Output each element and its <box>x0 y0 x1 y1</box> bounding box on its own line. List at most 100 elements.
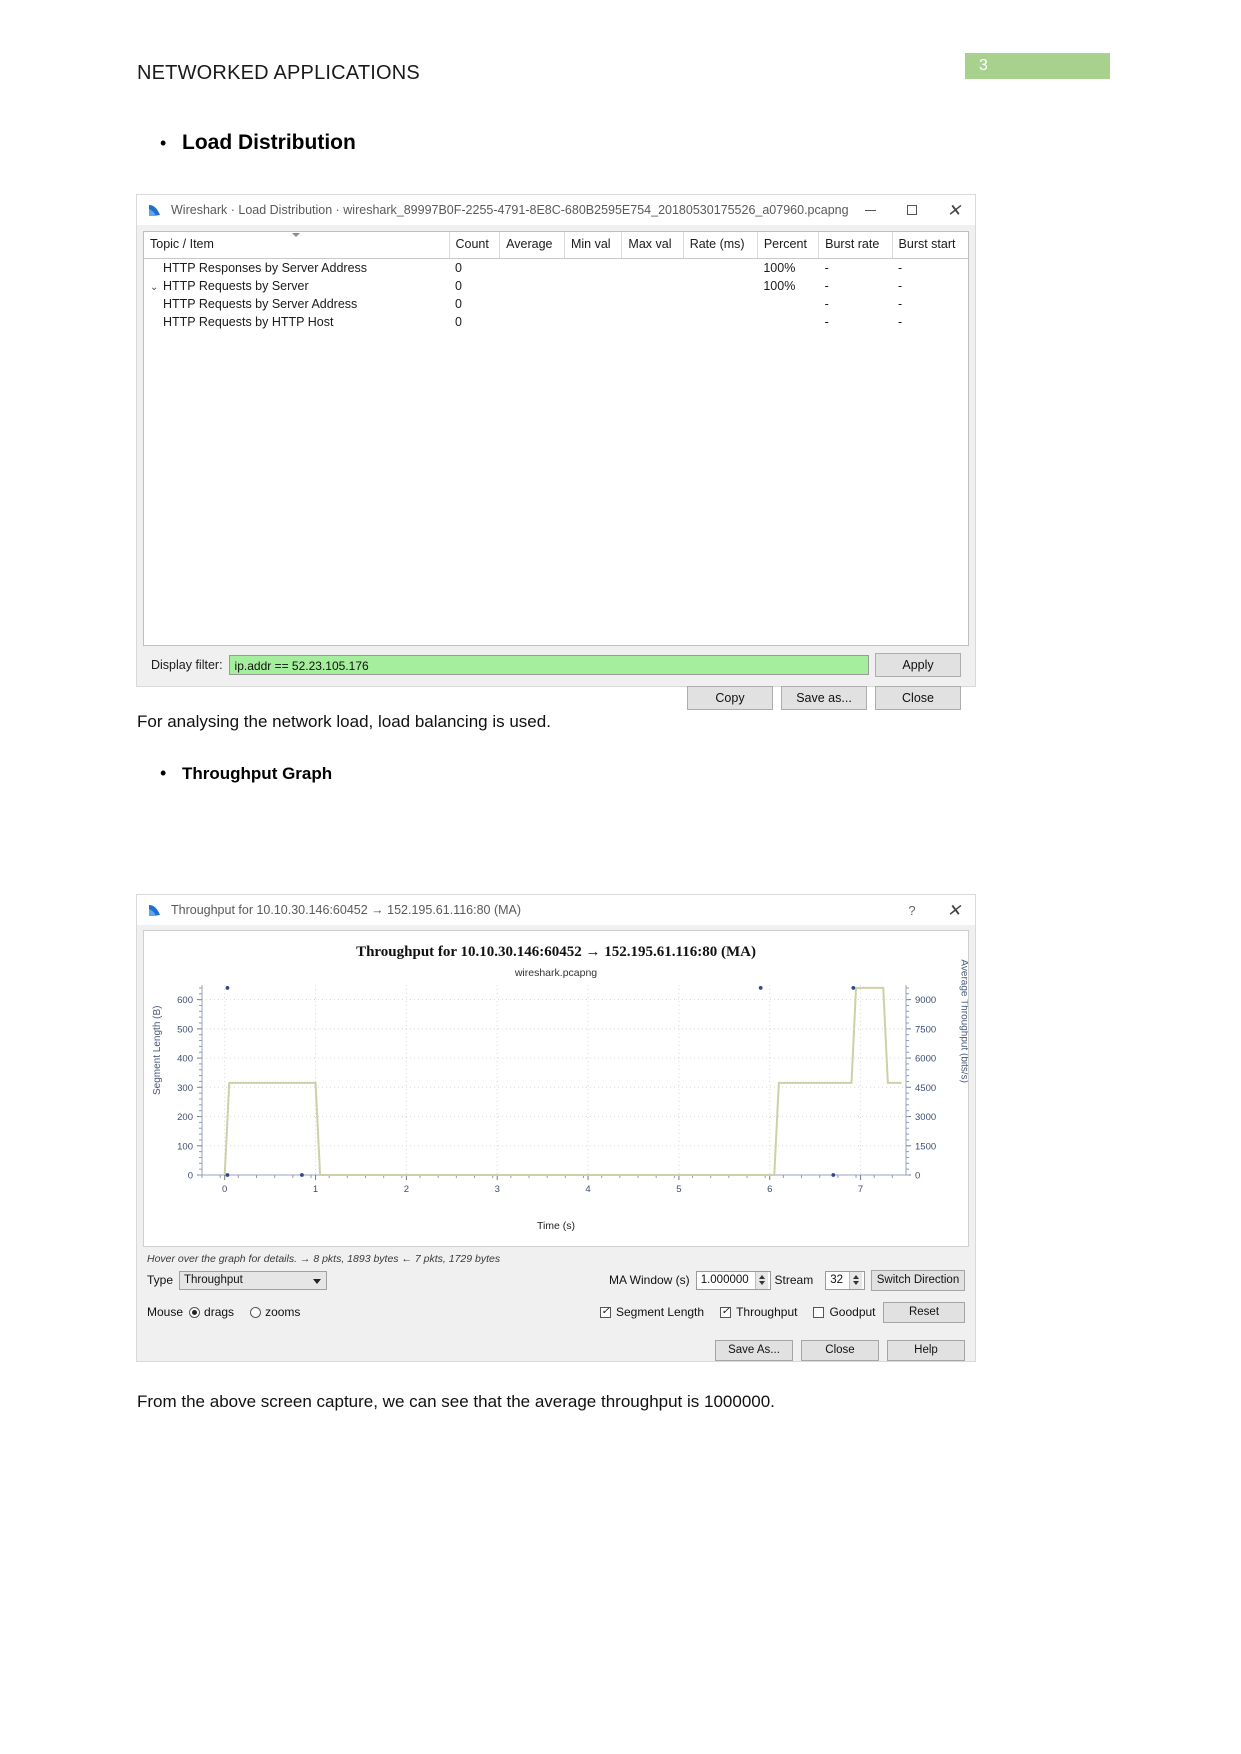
throughput-label: Throughput <box>736 1305 798 1319</box>
segment-length-label: Segment Length <box>616 1305 705 1319</box>
mouse-control-row: Mouse drags zooms ✓ Segment Length ✓ Thr… <box>137 1299 975 1325</box>
cell-burst-rate: - <box>824 296 829 311</box>
cell-percent: 100% <box>763 278 796 293</box>
cell-burst-rate: - <box>824 314 829 329</box>
chart-point-segment-length <box>758 986 763 990</box>
chevron-down-icon[interactable]: ⌄ <box>150 282 163 293</box>
bullet-label-load-distribution: Load Distribution <box>182 131 356 154</box>
minimize-icon[interactable] <box>849 195 891 225</box>
column-header-count[interactable]: Count <box>449 232 501 259</box>
goodput-checkbox[interactable]: Goodput <box>813 1305 876 1319</box>
column-header-min-val[interactable]: Min val <box>564 232 623 259</box>
stream-stepper[interactable]: 32 <box>825 1270 865 1290</box>
ma-window-stepper[interactable]: 1.000000 <box>695 1270 771 1290</box>
cell-percent: 100% <box>763 260 796 275</box>
table-row[interactable]: ⌄ HTTP Requests by Server 0 100% - - <box>144 277 968 295</box>
goodput-label: Goodput <box>829 1305 876 1319</box>
cell-max-val <box>622 295 683 313</box>
close-button[interactable]: Close <box>875 686 961 710</box>
stepper-arrows-icon[interactable] <box>849 1271 862 1289</box>
mouse-drags-radio[interactable]: drags <box>189 1305 234 1319</box>
ma-window-label: MA Window (s) <box>609 1273 690 1287</box>
bullet-label-throughput-graph: Throughput Graph <box>182 764 333 783</box>
cell-average <box>500 258 565 277</box>
column-header-topic[interactable]: Topic / Item <box>144 232 450 259</box>
chart-canvas: Throughput for 10.10.30.146:60452 → 152.… <box>143 930 969 1247</box>
page-title: NETWORKED APPLICATIONS <box>137 62 420 84</box>
chart-x-tick-label: 4 <box>585 1184 590 1195</box>
reset-button[interactable]: Reset <box>883 1301 965 1323</box>
display-filter-input[interactable]: ip.addr == 52.23.105.176 <box>228 655 869 675</box>
type-control-row: Type Throughput MA Window (s) 1.000000 S… <box>137 1267 975 1293</box>
load-distribution-window: Wireshark · Load Distribution · wireshar… <box>136 194 976 710</box>
cell-percent <box>757 313 818 331</box>
close-icon[interactable]: ✕ <box>933 895 975 925</box>
type-dropdown[interactable]: Throughput <box>179 1270 328 1290</box>
cell-min-val <box>564 295 621 313</box>
paragraph-load-balancing: For analysing the network load, load bal… <box>137 712 551 731</box>
cell-max-val <box>622 258 683 277</box>
wireshark-logo-icon <box>147 203 163 217</box>
close-button[interactable]: Close <box>801 1339 879 1361</box>
chart-x-tick-label: 1 <box>313 1184 318 1195</box>
checkbox-unchecked-icon <box>813 1306 825 1318</box>
copy-button[interactable]: Copy <box>687 686 773 710</box>
type-dropdown-value: Throughput <box>184 1274 243 1286</box>
chart-plot-area: Segment Length (B) Average Throughput (b… <box>144 959 968 1234</box>
maximize-icon[interactable] <box>891 195 933 225</box>
display-filter-row: Display filter: ip.addr == 52.23.105.176… <box>143 646 969 680</box>
chart-y-tick-label: 0 <box>188 1171 193 1182</box>
chart-y2-tick-label: 7500 <box>915 1024 936 1035</box>
cell-min-val <box>564 258 621 277</box>
cell-topic-label: HTTP Requests by Server <box>163 278 309 293</box>
ma-window-group: MA Window (s) 1.000000 <box>609 1270 771 1290</box>
help-icon[interactable]: ? <box>891 895 933 925</box>
chart-y2-tick-label: 1500 <box>915 1141 936 1152</box>
chart-hint-text: Hover over the graph for details. → 8 pk… <box>147 1253 501 1265</box>
save-as-button[interactable]: Save as... <box>781 686 867 710</box>
chart-point-segment-length <box>225 1173 230 1177</box>
column-header-max-val[interactable]: Max val <box>621 232 684 259</box>
column-header-percent[interactable]: Percent <box>757 232 820 259</box>
cell-max-val <box>622 277 683 295</box>
stream-label: Stream <box>774 1273 814 1287</box>
chart-y-tick-label: 500 <box>177 1024 193 1035</box>
mouse-drags-label: drags <box>204 1305 235 1319</box>
chart-y-tick-label: 400 <box>177 1054 193 1065</box>
column-header-rate[interactable]: Rate (ms) <box>683 232 758 259</box>
help-button[interactable]: Help <box>887 1339 965 1361</box>
cell-topic: HTTP Responses by Server Address <box>144 258 449 277</box>
table-row[interactable]: HTTP Requests by HTTP Host 0 - - <box>144 313 968 331</box>
throughput-checkbox[interactable]: ✓ Throughput <box>720 1305 797 1319</box>
cell-min-val <box>564 277 621 295</box>
column-header-burst-rate[interactable]: Burst rate <box>818 232 893 259</box>
table-row[interactable]: HTTP Responses by Server Address 0 100% - - <box>144 258 968 277</box>
mouse-zooms-radio[interactable]: zooms <box>250 1305 300 1319</box>
column-header-average[interactable]: Average <box>499 232 565 259</box>
stepper-arrows-icon[interactable] <box>754 1271 768 1289</box>
reset-button-wrap: Reset <box>883 1301 965 1323</box>
column-header-burst-start[interactable]: Burst start <box>892 232 968 259</box>
cell-min-val <box>564 313 621 331</box>
segment-length-checkbox[interactable]: ✓ Segment Length <box>600 1305 704 1319</box>
close-icon[interactable]: ✕ <box>933 195 975 225</box>
switch-direction-button[interactable]: Switch Direction <box>871 1269 965 1291</box>
throughput-titlebar: Throughput for 10.10.30.146:60452 → 152.… <box>137 895 975 925</box>
apply-button[interactable]: Apply <box>875 653 961 677</box>
table-row[interactable]: HTTP Requests by Server Address 0 - - <box>144 295 968 313</box>
cell-burst-start: - <box>898 314 903 329</box>
bullet-dot-icon: • <box>160 763 167 783</box>
cell-burst-start: - <box>898 296 903 311</box>
cell-rate <box>683 295 757 313</box>
load-distribution-titlebar: Wireshark · Load Distribution · wireshar… <box>137 195 975 225</box>
cell-topic: ⌄ HTTP Requests by Server <box>144 277 449 295</box>
mouse-label: Mouse <box>147 1305 184 1319</box>
checkbox-checked-icon: ✓ <box>600 1306 611 1318</box>
save-as-button[interactable]: Save As... <box>715 1339 793 1361</box>
table-header-row: Topic / Item Count Average Min val Max v… <box>144 232 968 259</box>
chart-x-tick-label: 6 <box>767 1184 772 1195</box>
cell-burst-rate: - <box>824 278 829 293</box>
chart-y-tick-label: 600 <box>177 995 193 1006</box>
checkbox-checked-icon: ✓ <box>720 1306 732 1318</box>
cell-topic-label: HTTP Responses by Server Address <box>163 260 368 275</box>
